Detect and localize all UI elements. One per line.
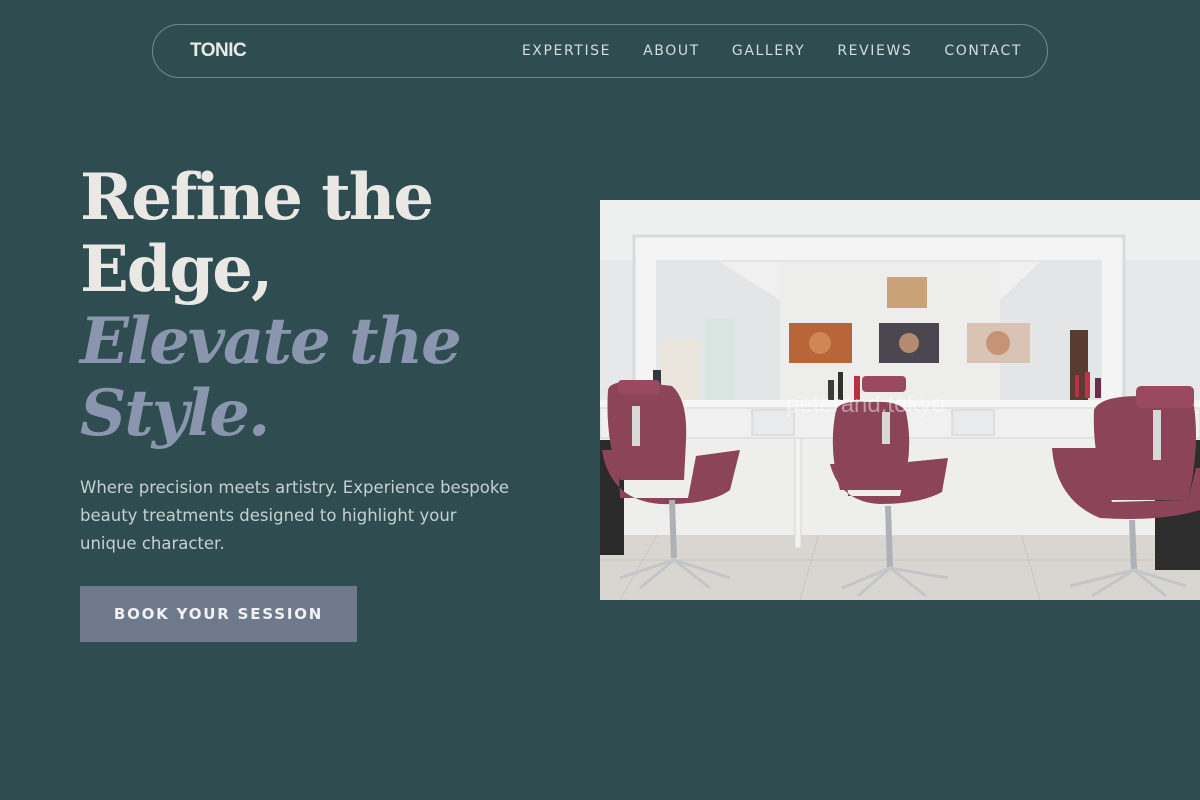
nav-item-reviews[interactable]: REVIEWS xyxy=(837,43,912,59)
book-session-button[interactable]: BOOK YOUR SESSION xyxy=(80,586,357,642)
nav-item-about[interactable]: ABOUT xyxy=(643,43,700,59)
nav-item-contact[interactable]: CONTACT xyxy=(944,43,1022,59)
headline-line-1: Refine the xyxy=(80,160,434,235)
hero-subtitle: Where precision meets artistry. Experien… xyxy=(80,478,509,553)
hero-section: Refine the Edge, Elevate the Style. Wher… xyxy=(80,162,540,558)
nav-item-gallery[interactable]: GALLERY xyxy=(732,43,805,59)
photo-watermark: peterand.tokyo xyxy=(786,391,945,418)
salon-photo: peterand.tokyo xyxy=(600,200,1200,600)
top-nav: TONIC EXPERTISE ABOUT GALLERY REVIEWS CO… xyxy=(152,24,1048,78)
nav-menu: EXPERTISE ABOUT GALLERY REVIEWS CONTACT xyxy=(522,43,1022,59)
brand-logo[interactable]: TONIC xyxy=(190,40,247,62)
nav-item-expertise[interactable]: EXPERTISE xyxy=(522,43,611,59)
headline-line-2: Edge, xyxy=(80,232,273,307)
headline-accent-line-2: Style. xyxy=(80,376,270,451)
headline-accent-line-1: Elevate the xyxy=(80,304,462,379)
hero-headline: Refine the Edge, Elevate the Style. xyxy=(80,162,540,450)
